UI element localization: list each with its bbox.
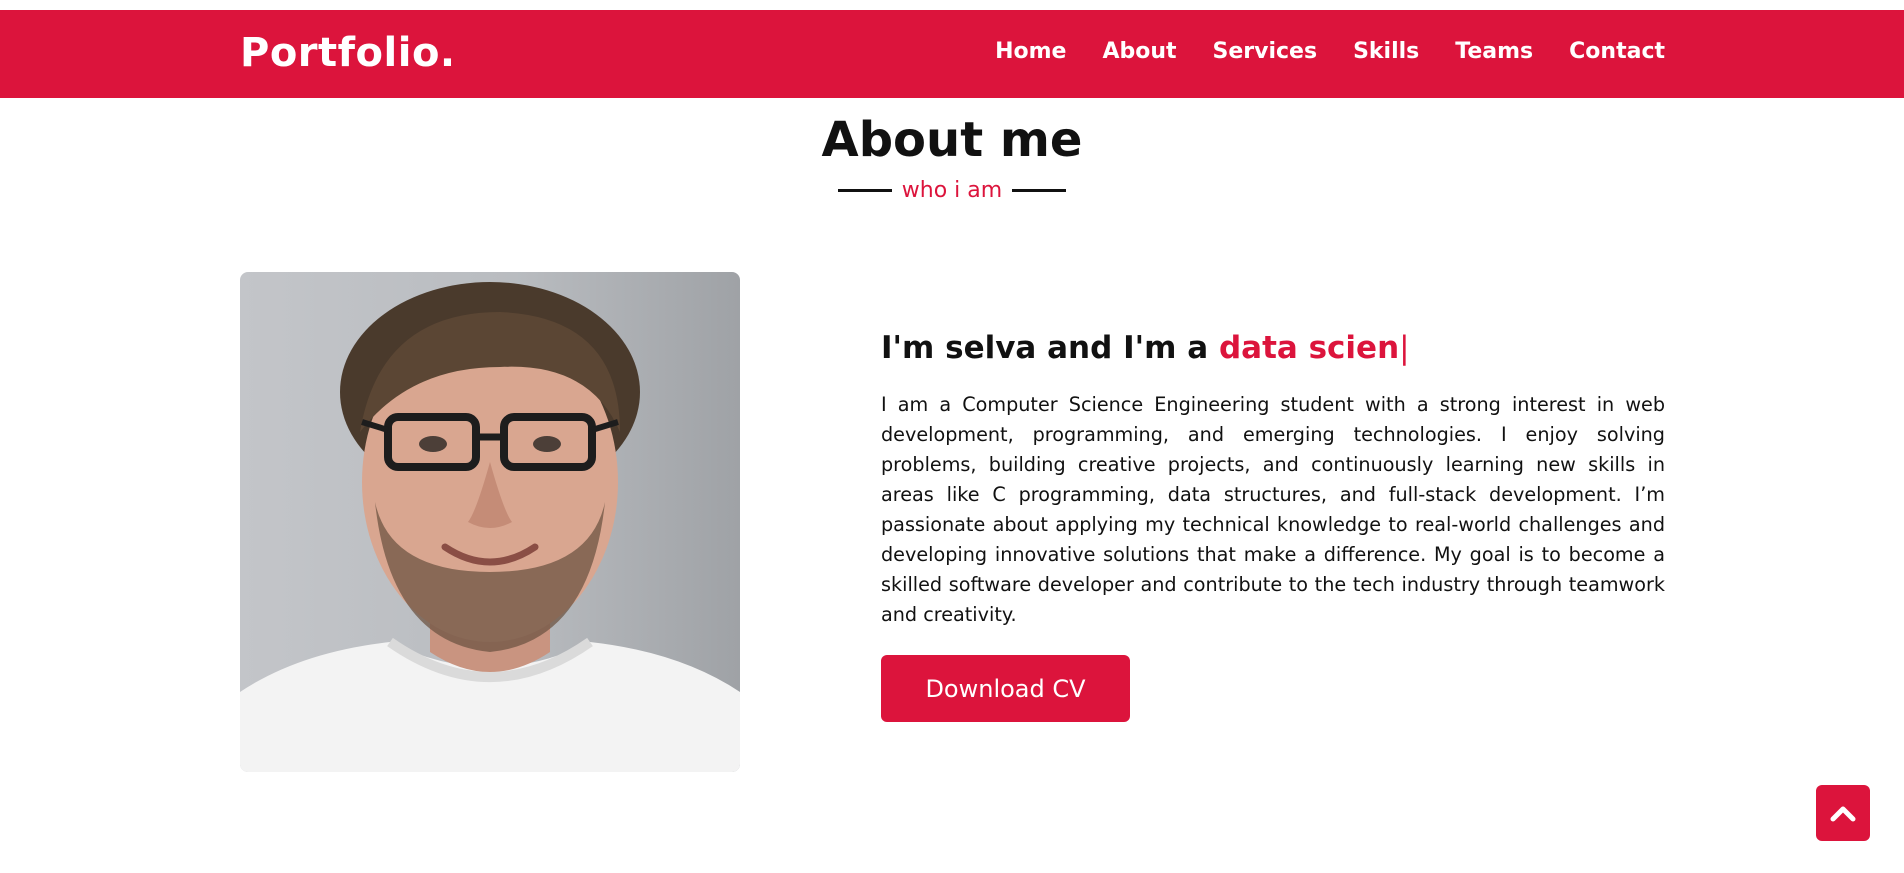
intro-heading: I'm selva and I'm a data scien| [881, 330, 1410, 366]
about-subtitle-wrap: who i am [0, 178, 1904, 203]
navbar: Portfolio. Home About Services Skills Te… [0, 10, 1904, 98]
about-subtitle: who i am [901, 178, 1003, 203]
intro-prefix: I'm selva and I'm a [881, 330, 1219, 366]
typed-role: data scien [1218, 330, 1400, 366]
nav-about[interactable]: About [1102, 39, 1176, 64]
main-menu: Home About Services Skills Teams Contact [995, 39, 1665, 64]
nav-services[interactable]: Services [1213, 39, 1318, 64]
nav-skills[interactable]: Skills [1353, 39, 1419, 64]
subtitle-divider-right [1012, 189, 1067, 192]
subtitle-divider-left [837, 189, 892, 192]
profile-photo-illustration [240, 282, 740, 772]
about-title: About me [821, 112, 1083, 168]
about-bio: I am a Computer Science Engineering stud… [881, 393, 1665, 626]
profile-photo [240, 272, 740, 772]
top-strip [0, 0, 1904, 10]
nav-contact[interactable]: Contact [1569, 39, 1665, 64]
typing-caret: | [1399, 330, 1410, 366]
site-logo[interactable]: Portfolio. [240, 30, 456, 76]
chevron-up-icon [1830, 806, 1856, 822]
nav-teams[interactable]: Teams [1455, 39, 1533, 64]
download-cv-button[interactable]: Download CV [881, 655, 1130, 722]
nav-home[interactable]: Home [995, 39, 1066, 64]
scroll-to-top-button[interactable] [1816, 785, 1870, 841]
